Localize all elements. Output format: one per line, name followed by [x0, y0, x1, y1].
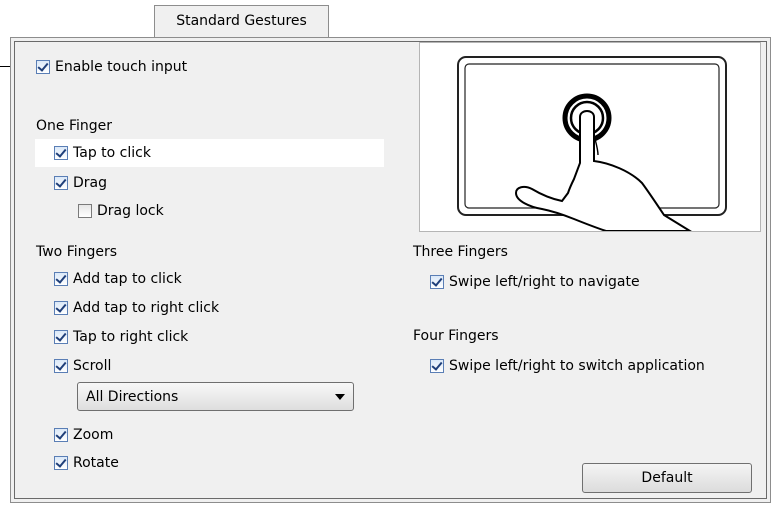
add-tap-to-click-label: Add tap to click	[73, 271, 182, 287]
scroll-direction-value: All Directions	[86, 388, 179, 405]
checkbox-box[interactable]	[54, 272, 68, 286]
one-finger-heading: One Finger	[36, 118, 113, 134]
default-button[interactable]: Default	[582, 463, 752, 493]
three-fingers-heading: Three Fingers	[413, 244, 508, 260]
four-fingers-heading: Four Fingers	[413, 328, 499, 344]
gesture-illustration	[419, 42, 761, 232]
scroll-label: Scroll	[73, 358, 112, 374]
checkbox-box[interactable]	[54, 456, 68, 470]
checkbox-box[interactable]	[54, 359, 68, 373]
chevron-down-icon[interactable]	[335, 394, 345, 400]
swipe-switch-app-label: Swipe left/right to switch application	[449, 358, 705, 374]
zoom-label: Zoom	[73, 427, 114, 443]
zoom-checkbox[interactable]: Zoom	[54, 424, 113, 446]
checkbox-box[interactable]	[36, 60, 50, 74]
enable-touch-checkbox[interactable]: Enable touch input	[36, 56, 187, 78]
checkbox-box[interactable]	[54, 146, 68, 160]
tap-to-right-click-checkbox[interactable]: Tap to right click	[54, 326, 188, 348]
swipe-navigate-checkbox[interactable]: Swipe left/right to navigate	[430, 271, 640, 293]
swipe-navigate-label: Swipe left/right to navigate	[449, 274, 640, 290]
checkbox-box[interactable]	[54, 176, 68, 190]
checkbox-box[interactable]	[54, 428, 68, 442]
tap-to-right-click-label: Tap to right click	[73, 329, 189, 345]
checkbox-box[interactable]	[54, 301, 68, 315]
add-tap-to-right-click-label: Add tap to right click	[73, 300, 220, 316]
drag-checkbox[interactable]: Drag	[54, 172, 107, 194]
enable-touch-label: Enable touch input	[55, 59, 188, 75]
two-fingers-heading: Two Fingers	[36, 244, 118, 260]
checkbox-box[interactable]	[430, 359, 444, 373]
checkbox-box[interactable]	[54, 330, 68, 344]
tap-to-click-checkbox[interactable]: Tap to click	[54, 142, 151, 164]
scroll-checkbox[interactable]: Scroll	[54, 355, 111, 377]
drag-lock-label: Drag lock	[97, 203, 164, 219]
scroll-direction-select[interactable]: All Directions	[77, 382, 354, 411]
rotate-checkbox[interactable]: Rotate	[54, 452, 119, 474]
add-tap-to-click-checkbox[interactable]: Add tap to click	[54, 268, 182, 290]
drag-lock-checkbox[interactable]: Drag lock	[78, 200, 164, 222]
checkbox-box[interactable]	[430, 275, 444, 289]
tab-standard-gestures[interactable]: Standard Gestures	[154, 5, 329, 38]
checkbox-box[interactable]	[78, 204, 92, 218]
tap-to-click-label: Tap to click	[73, 145, 151, 161]
swipe-switch-app-checkbox[interactable]: Swipe left/right to switch application	[430, 355, 705, 377]
add-tap-to-right-click-checkbox[interactable]: Add tap to right click	[54, 297, 219, 319]
rotate-label: Rotate	[73, 455, 119, 471]
drag-label: Drag	[73, 175, 108, 191]
touchpad-tap-icon	[457, 56, 727, 232]
